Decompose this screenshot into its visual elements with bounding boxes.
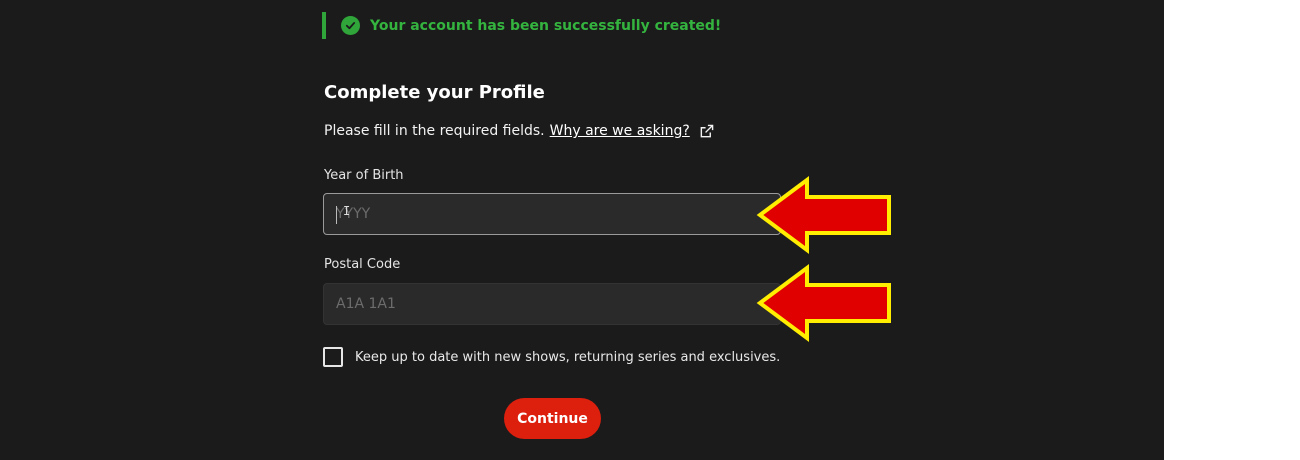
success-banner: Your account has been successfully creat…: [322, 12, 746, 39]
red-arrow-icon: [756, 264, 891, 342]
text-caret: [336, 206, 337, 224]
postal-code-field[interactable]: [323, 283, 781, 325]
continue-button[interactable]: Continue: [504, 398, 601, 439]
postal-code-label: Postal Code: [324, 257, 401, 272]
page-title: Complete your Profile: [324, 82, 545, 103]
newsletter-label[interactable]: Keep up to date with new shows, returnin…: [355, 350, 780, 365]
why-asking-link[interactable]: Why are we asking?: [550, 123, 690, 139]
newsletter-checkbox[interactable]: [323, 347, 343, 367]
year-of-birth-field[interactable]: I: [323, 193, 781, 235]
text-cursor-icon: I: [343, 204, 351, 218]
external-link-icon[interactable]: [699, 124, 714, 139]
success-message: Your account has been successfully creat…: [370, 17, 722, 34]
form-instructions: Please fill in the required fields. Why …: [324, 123, 714, 139]
year-of-birth-input[interactable]: [324, 194, 780, 234]
signup-panel: Your account has been successfully creat…: [0, 0, 1164, 460]
red-arrow-icon: [756, 176, 891, 254]
instructions-text: Please fill in the required fields.: [324, 123, 545, 139]
newsletter-option: Keep up to date with new shows, returnin…: [323, 347, 780, 367]
check-circle-icon: [341, 16, 360, 35]
postal-code-input[interactable]: [324, 284, 780, 324]
year-of-birth-label: Year of Birth: [324, 168, 404, 183]
